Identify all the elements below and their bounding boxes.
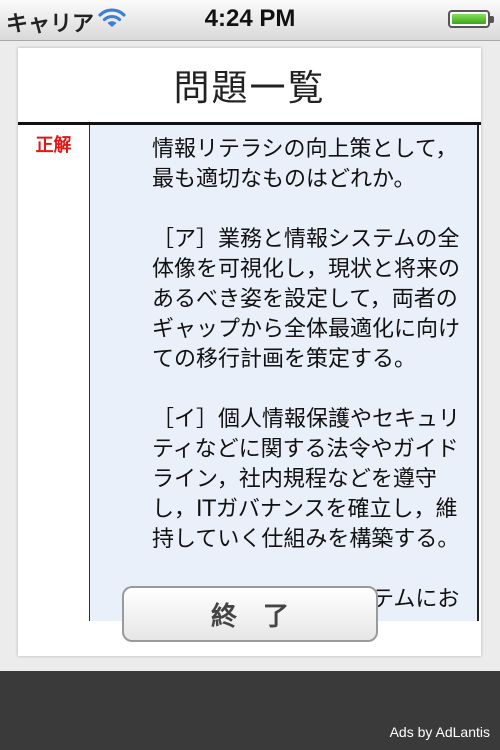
page-title: 問題一覧 <box>173 68 326 109</box>
question-stem: 情報リテラシの向上策として，最も適切なものはどれか。 <box>152 137 458 192</box>
result-column: 正解 <box>18 125 90 621</box>
choice-i: ［イ］個人情報保護やセキュリティなどに関する法令やガイドライン，社内規程などを遵… <box>152 407 461 552</box>
battery-icon <box>448 10 494 28</box>
question-column: 情報リテラシの向上策として，最も適切なものはどれか。 ［ア］業務と情報システムの… <box>90 125 479 621</box>
end-button[interactable]: 終了 <box>122 586 378 642</box>
ad-banner[interactable]: Ads by AdLantis <box>0 671 500 750</box>
question-list-card: 問題一覧 正解 情報リテラシの向上策として，最も適切なものはどれか。 ［ア］業務… <box>18 48 481 656</box>
question-table[interactable]: 正解 情報リテラシの向上策として，最も適切なものはどれか。 ［ア］業務と情報シス… <box>18 125 481 621</box>
result-label: 正解 <box>35 135 72 156</box>
question-text: 情報リテラシの向上策として，最も適切なものはどれか。 ［ア］業務と情報システムの… <box>152 135 472 621</box>
choice-a: ［ア］業務と情報システムの全体像を可視化し，現状と将来のあるべき姿を設定して，両… <box>152 227 461 372</box>
status-bar: キャリア 4:24 PM <box>0 0 500 41</box>
status-time: 4:24 PM <box>204 5 296 32</box>
ad-label: Ads by AdLantis <box>389 724 490 740</box>
